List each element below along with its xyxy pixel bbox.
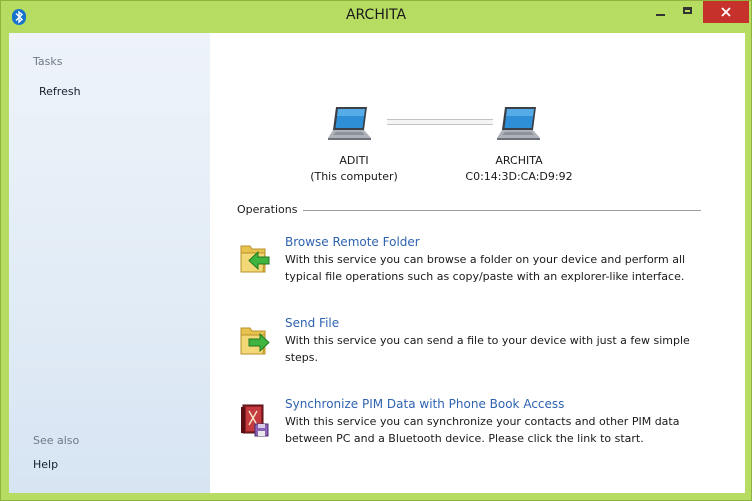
send-file-description: With this service you can send a file to… bbox=[285, 334, 690, 364]
app-window: ARCHITA Tasks Refresh See also Help ADIT… bbox=[0, 0, 752, 501]
tasks-header: Tasks bbox=[33, 55, 63, 68]
send-file-link[interactable]: Send File bbox=[285, 316, 339, 330]
local-device-label: ADITI (This computer) bbox=[304, 153, 404, 185]
remote-device-name: ARCHITA bbox=[495, 154, 543, 167]
synchronize-pim-data-description: With this service you can synchronize yo… bbox=[285, 415, 680, 445]
local-device-name: ADITI bbox=[339, 154, 369, 167]
phonebook-sync-icon[interactable] bbox=[239, 403, 271, 439]
see-also-header: See also bbox=[33, 434, 80, 447]
close-button[interactable] bbox=[703, 1, 749, 23]
close-icon bbox=[721, 7, 731, 17]
client-area: Tasks Refresh See also Help ADITI (This … bbox=[9, 33, 745, 493]
operations-divider bbox=[297, 210, 701, 211]
window-title: ARCHITA bbox=[345, 7, 407, 23]
synchronize-pim-data-link[interactable]: Synchronize PIM Data with Phone Book Acc… bbox=[285, 397, 564, 411]
help-link[interactable]: Help bbox=[33, 458, 58, 471]
folder-arrow-left-icon[interactable] bbox=[238, 241, 272, 275]
refresh-link[interactable]: Refresh bbox=[39, 85, 81, 98]
task-sidebar: Tasks Refresh See also Help bbox=[9, 33, 210, 493]
operations-header: Operations bbox=[237, 203, 304, 216]
maximize-button[interactable] bbox=[675, 1, 701, 23]
remote-device-label: ARCHITA C0:14:3D:CA:D9:92 bbox=[460, 153, 578, 185]
local-laptop-icon[interactable] bbox=[327, 106, 373, 142]
folder-arrow-right-icon[interactable] bbox=[238, 323, 272, 357]
remote-device-detail: C0:14:3D:CA:D9:92 bbox=[465, 170, 573, 183]
remote-laptop-icon[interactable] bbox=[496, 106, 542, 142]
connection-line bbox=[387, 119, 493, 125]
browse-remote-folder-link[interactable]: Browse Remote Folder bbox=[285, 235, 420, 249]
minimize-button[interactable] bbox=[645, 1, 675, 23]
browse-remote-folder-description: With this service you can browse a folde… bbox=[285, 253, 686, 283]
local-device-detail: (This computer) bbox=[310, 170, 398, 183]
title-bar[interactable]: ARCHITA bbox=[1, 1, 751, 32]
main-panel: ADITI (This computer) ARCHITA C0:14:3D:C… bbox=[210, 33, 745, 493]
